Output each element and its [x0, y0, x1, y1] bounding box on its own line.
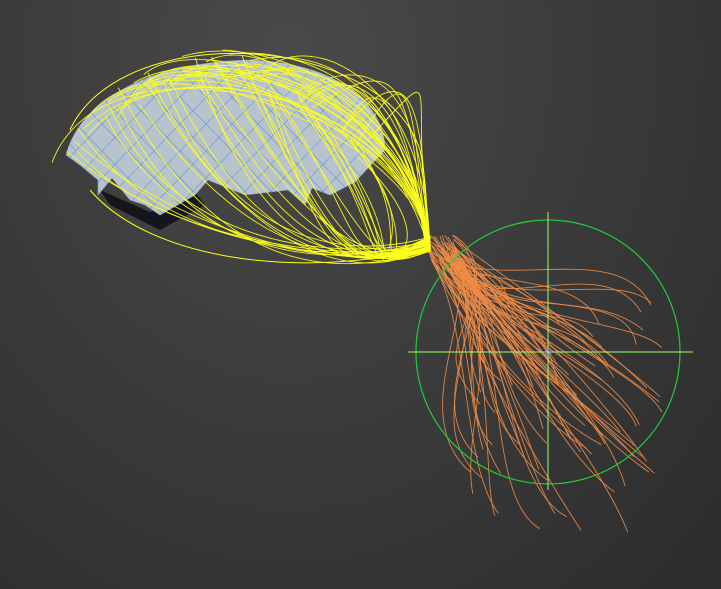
- viewport-scene[interactable]: [0, 0, 721, 589]
- hair-strand: [453, 239, 661, 398]
- mesh-edge: [404, 60, 554, 215]
- 3d-viewport[interactable]: [0, 0, 721, 589]
- mesh-edge: [0, 60, 60, 215]
- mesh-edge: [0, 60, 34, 215]
- mesh-edge: [404, 60, 554, 215]
- orange-hair-strands[interactable]: [427, 234, 663, 533]
- mesh-edge: [0, 60, 34, 215]
- mesh-edge: [0, 60, 60, 215]
